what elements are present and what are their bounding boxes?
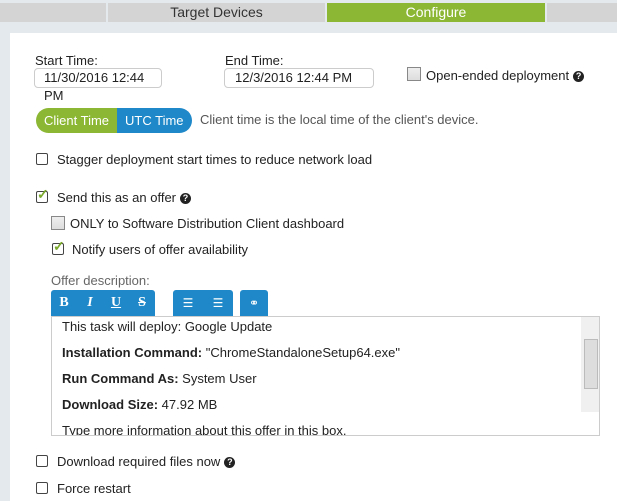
- stagger-checkbox[interactable]: [36, 153, 48, 165]
- help-icon[interactable]: ?: [573, 71, 585, 82]
- offer-label: Send this as an offer?: [57, 190, 192, 205]
- bold-button[interactable]: B: [51, 295, 77, 311]
- open-ended-text: Open-ended deployment: [426, 68, 570, 83]
- runas-label: Run Command As:: [62, 371, 179, 386]
- italic-button[interactable]: I: [77, 295, 103, 311]
- open-ended-label: Open-ended deployment?: [426, 68, 585, 83]
- configure-panel: Start Time: 11/30/2016 12:44 PM End Time…: [10, 33, 617, 501]
- offer-description-label: Offer description:: [51, 273, 150, 288]
- tab-target-devices[interactable]: Target Devices: [108, 3, 325, 22]
- start-time-input[interactable]: 11/30/2016 12:44 PM: [34, 68, 162, 103]
- install-value: "ChromeStandaloneSetup64.exe": [202, 345, 400, 360]
- download-text: Download required files now: [57, 454, 221, 469]
- link-icon: ⚭: [248, 296, 260, 310]
- list-toolbar: ☰ ☰: [173, 290, 233, 316]
- offer-description-editor[interactable]: This task will deploy: Google Update Ins…: [51, 316, 600, 436]
- editor-line: Run Command As: System User: [62, 371, 257, 386]
- check-icon: ✓: [53, 238, 65, 254]
- utc-time-button[interactable]: UTC Time: [117, 108, 192, 133]
- scrollbar-thumb[interactable]: [584, 339, 598, 389]
- time-note: Client time is the local time of the cli…: [200, 112, 479, 127]
- end-time-input[interactable]: 12/3/2016 12:44 PM: [224, 68, 374, 88]
- editor-line: This task will deploy: Google Update: [62, 319, 273, 334]
- size-value: 47.92 MB: [158, 397, 218, 412]
- unordered-list-icon[interactable]: ☰: [205, 296, 231, 310]
- runas-value: System User: [178, 371, 257, 386]
- tab-configure[interactable]: Configure: [327, 3, 545, 22]
- client-time-button[interactable]: Client Time: [36, 108, 118, 133]
- ordered-list-icon[interactable]: ☰: [175, 296, 201, 310]
- help-icon[interactable]: ?: [224, 457, 236, 468]
- check-icon: ✓: [37, 186, 49, 202]
- editor-line: Type more information about this offer i…: [62, 423, 347, 436]
- editor-scrollbar[interactable]: [581, 317, 599, 412]
- start-time-label: Start Time:: [35, 53, 98, 68]
- stagger-label: Stagger deployment start times to reduce…: [57, 152, 373, 167]
- editor-line: Installation Command: "ChromeStandaloneS…: [62, 345, 400, 360]
- install-label: Installation Command:: [62, 345, 203, 360]
- size-label: Download Size:: [62, 397, 159, 412]
- tab-previous[interactable]: [0, 3, 106, 22]
- tab-next[interactable]: [547, 3, 617, 22]
- notify-label: Notify users of offer availability: [72, 242, 249, 257]
- download-label: Download required files now?: [57, 454, 236, 469]
- link-button[interactable]: ⚭: [240, 290, 268, 316]
- end-time-label: End Time:: [225, 53, 284, 68]
- underline-button[interactable]: U: [103, 295, 129, 311]
- force-restart-label: Force restart: [57, 481, 131, 496]
- force-restart-checkbox[interactable]: [36, 482, 48, 494]
- open-ended-checkbox[interactable]: [407, 67, 421, 81]
- offer-text: Send this as an offer: [57, 190, 177, 205]
- download-checkbox[interactable]: [36, 455, 48, 467]
- time-toggle: Client Time UTC Time: [36, 108, 192, 133]
- format-toolbar: B I U S: [51, 290, 155, 316]
- only-sdc-checkbox[interactable]: [51, 216, 65, 230]
- only-sdc-label: ONLY to Software Distribution Client das…: [70, 216, 345, 231]
- editor-line: Download Size: 47.92 MB: [62, 397, 217, 412]
- strikethrough-button[interactable]: S: [129, 295, 155, 311]
- help-icon[interactable]: ?: [180, 193, 192, 204]
